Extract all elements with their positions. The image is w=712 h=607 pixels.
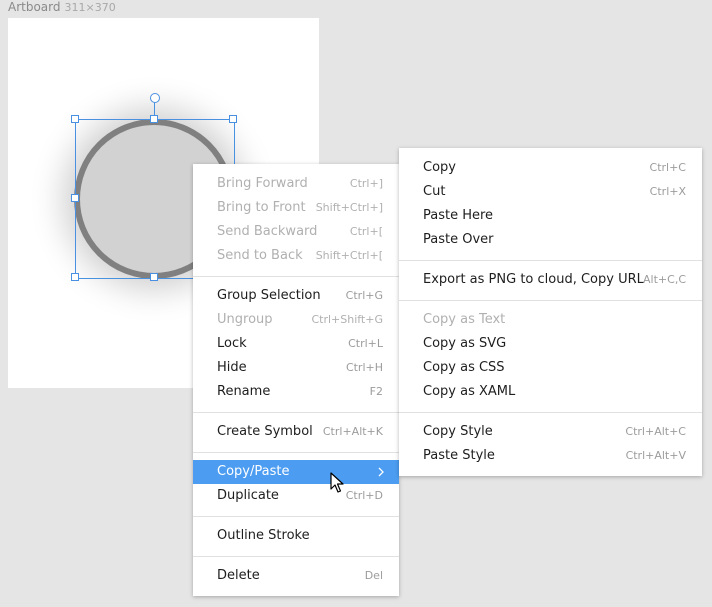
resize-handle-bottom[interactable]: [150, 273, 158, 281]
menu-item-shortcut: Ctrl+C: [649, 161, 686, 174]
menu-item-hide[interactable]: Hide Ctrl+H: [193, 356, 399, 380]
context-menu: Bring Forward Ctrl+] Bring to Front Shif…: [193, 164, 399, 596]
artboard-name: Artboard: [8, 0, 61, 14]
menu-item-shortcut: Ctrl+[: [349, 225, 383, 238]
menu-item-label: Send Backward: [217, 224, 318, 239]
menu-item-shortcut: Alt+C,C: [643, 273, 686, 286]
menu-item-label: Hide: [217, 360, 247, 375]
submenu-item-copy-style[interactable]: Copy Style Ctrl+Alt+C: [399, 420, 702, 444]
menu-separator: [193, 276, 399, 277]
menu-item-label: Copy Style: [423, 424, 493, 439]
menu-item-label: Copy as CSS: [423, 360, 505, 375]
menu-item-label: Copy as Text: [423, 312, 506, 327]
resize-handle-left[interactable]: [71, 194, 79, 202]
submenu-item-paste-over[interactable]: Paste Over: [399, 228, 702, 252]
menu-item-label: Paste Over: [423, 232, 494, 247]
menu-item-shortcut: F2: [369, 385, 383, 398]
menu-item-send-backward[interactable]: Send Backward Ctrl+[: [193, 220, 399, 244]
menu-item-label: Group Selection: [217, 288, 321, 303]
submenu-item-export-png-cloud[interactable]: Export as PNG to cloud, Copy URL Alt+C,C: [399, 268, 702, 292]
menu-item-label: Send to Back: [217, 248, 303, 263]
menu-item-shortcut: Ctrl+Alt+K: [322, 425, 383, 438]
menu-separator: [193, 556, 399, 557]
menu-item-label: Rename: [217, 384, 271, 399]
menu-separator: [399, 300, 702, 301]
submenu-item-paste-here[interactable]: Paste Here: [399, 204, 702, 228]
menu-item-label: Lock: [217, 336, 247, 351]
menu-item-send-to-back[interactable]: Send to Back Shift+Ctrl+[: [193, 244, 399, 268]
resize-handle-top-right[interactable]: [229, 115, 237, 123]
menu-item-label: Cut: [423, 184, 446, 199]
artboard-size: 311×370: [64, 1, 116, 14]
menu-item-create-symbol[interactable]: Create Symbol Ctrl+Alt+K: [193, 420, 399, 444]
resize-handle-bottom-left[interactable]: [71, 273, 79, 281]
menu-separator: [193, 412, 399, 413]
menu-item-shortcut: Del: [364, 569, 383, 582]
menu-item-shortcut: Ctrl+X: [649, 185, 686, 198]
menu-item-outline-stroke[interactable]: Outline Stroke: [193, 524, 399, 548]
menu-item-shortcut: Ctrl+L: [348, 337, 383, 350]
menu-separator: [399, 260, 702, 261]
artboard-title[interactable]: Artboard 311×370: [8, 0, 116, 14]
menu-item-duplicate[interactable]: Duplicate Ctrl+D: [193, 484, 399, 508]
menu-item-label: Paste Here: [423, 208, 494, 223]
menu-item-label: Paste Style: [423, 448, 495, 463]
menu-item-label: Bring Forward: [217, 176, 308, 191]
submenu-item-paste-style[interactable]: Paste Style Ctrl+Alt+V: [399, 444, 702, 468]
copy-paste-submenu: Copy Ctrl+C Cut Ctrl+X Paste Here Paste …: [399, 148, 702, 476]
submenu-item-copy-as-xaml[interactable]: Copy as XAML: [399, 380, 702, 404]
menu-separator: [399, 412, 702, 413]
menu-item-label: Copy: [423, 160, 456, 175]
menu-item-shortcut: Shift+Ctrl+]: [315, 201, 383, 214]
menu-separator: [193, 516, 399, 517]
menu-item-label: Delete: [217, 568, 260, 583]
menu-item-bring-to-front[interactable]: Bring to Front Shift+Ctrl+]: [193, 196, 399, 220]
menu-item-shortcut: Shift+Ctrl+[: [315, 249, 383, 262]
menu-item-label: Copy/Paste: [217, 464, 290, 479]
menu-item-group-selection[interactable]: Group Selection Ctrl+G: [193, 284, 399, 308]
rotation-handle[interactable]: [150, 93, 160, 103]
menu-item-label: Create Symbol: [217, 424, 313, 439]
menu-item-lock[interactable]: Lock Ctrl+L: [193, 332, 399, 356]
menu-item-label: Copy as XAML: [423, 384, 516, 399]
menu-item-rename[interactable]: Rename F2: [193, 380, 399, 404]
arrow-cursor-icon: [330, 472, 346, 494]
menu-item-delete[interactable]: Delete Del: [193, 564, 399, 588]
menu-item-shortcut: Ctrl+G: [345, 289, 383, 302]
submenu-item-copy-as-svg[interactable]: Copy as SVG: [399, 332, 702, 356]
resize-handle-top-left[interactable]: [71, 115, 79, 123]
menu-item-ungroup[interactable]: Ungroup Ctrl+Shift+G: [193, 308, 399, 332]
menu-item-label: Export as PNG to cloud, Copy URL: [423, 272, 644, 287]
menu-item-shortcut: Ctrl+Alt+C: [625, 425, 686, 438]
submenu-item-copy-as-css[interactable]: Copy as CSS: [399, 356, 702, 380]
menu-item-label: Copy as SVG: [423, 336, 507, 351]
menu-item-shortcut: Ctrl+H: [345, 361, 383, 374]
menu-item-shortcut: Ctrl+Shift+G: [311, 313, 383, 326]
menu-item-label: Ungroup: [217, 312, 273, 327]
chevron-right-icon: [377, 460, 385, 484]
submenu-item-copy-as-text[interactable]: Copy as Text: [399, 308, 702, 332]
menu-item-shortcut: Ctrl+D: [345, 489, 383, 502]
submenu-item-cut[interactable]: Cut Ctrl+X: [399, 180, 702, 204]
menu-item-shortcut: Ctrl+Alt+V: [625, 449, 686, 462]
menu-item-label: Outline Stroke: [217, 528, 310, 543]
menu-item-bring-forward[interactable]: Bring Forward Ctrl+]: [193, 172, 399, 196]
menu-item-shortcut: Ctrl+]: [349, 177, 383, 190]
menu-item-label: Bring to Front: [217, 200, 306, 215]
submenu-item-copy[interactable]: Copy Ctrl+C: [399, 156, 702, 180]
menu-item-label: Duplicate: [217, 488, 279, 503]
menu-item-copy-paste[interactable]: Copy/Paste: [193, 460, 399, 484]
menu-separator: [193, 452, 399, 453]
resize-handle-top[interactable]: [150, 115, 158, 123]
